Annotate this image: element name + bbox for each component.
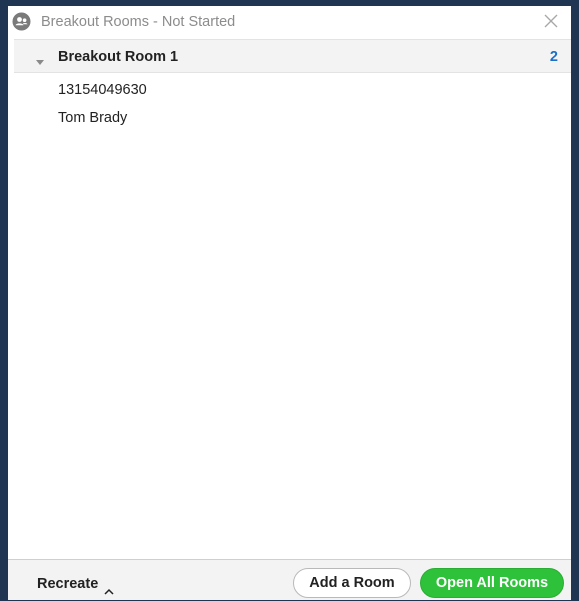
room-header-breakout-room-1[interactable]: Breakout Room 1 2	[14, 39, 571, 73]
room-name: Breakout Room 1	[58, 49, 179, 65]
title-bar: Breakout Rooms - Not Started	[8, 6, 571, 38]
window-title: Breakout Rooms - Not Started	[41, 14, 236, 30]
open-all-rooms-button[interactable]: Open All Rooms	[420, 568, 564, 598]
chevron-up-icon	[104, 581, 114, 595]
recreate-button[interactable]: Recreate	[37, 574, 114, 595]
breakout-rooms-window: Breakout Rooms - Not Started Breakout Ro…	[8, 6, 571, 600]
add-room-button[interactable]: Add a Room	[293, 568, 411, 598]
recreate-label: Recreate	[37, 576, 99, 592]
participant-item[interactable]: 13154049630	[58, 80, 147, 100]
participant-item[interactable]: Tom Brady	[58, 108, 127, 128]
room-participant-count: 2	[549, 49, 558, 65]
breakout-rooms-icon	[12, 12, 31, 31]
caret-down-icon[interactable]	[36, 53, 44, 65]
close-icon[interactable]	[541, 11, 561, 31]
footer-bar: Recreate Add a Room Open All Rooms	[8, 559, 571, 600]
